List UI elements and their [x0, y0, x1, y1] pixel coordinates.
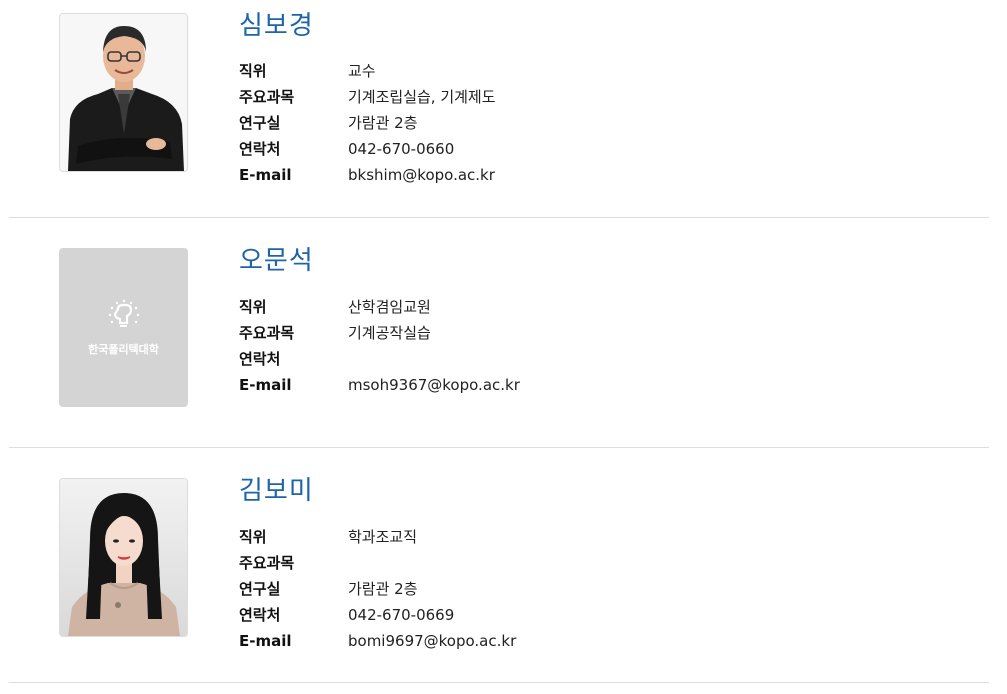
info-value: 기계공작실습: [348, 323, 431, 342]
faculty-card: 심보경 직위 교수 주요과목 기계조립실습, 기계제도 연구실 가람관 2층 연락처 0…: [0, 0, 1007, 218]
info-label: 연구실: [239, 113, 281, 132]
info-row-contact: 연락처 042-670-0660: [239, 136, 496, 162]
info-label: 연락처: [239, 606, 281, 625]
faculty-photo-placeholder: 한국폴리텍대학: [59, 248, 188, 407]
info-value[interactable]: bkshim@kopo.ac.kr: [348, 166, 495, 184]
info-label: E-mail: [239, 631, 292, 650]
info-label: E-mail: [239, 165, 292, 184]
info-row-office: 연구실 가람관 2층: [239, 109, 496, 135]
faculty-card: 한국폴리텍대학 오문석 직위 산학겸임교원 주요과목 기계공작실습 연락처 E-ma…: [0, 218, 1007, 448]
faculty-card: 김보미 직위 학과조교직 주요과목 연구실 가람관 2층 연락처 042-670-06…: [0, 448, 1007, 684]
info-value: 기계조립실습, 기계제도: [348, 87, 496, 106]
faculty-info-list: 직위 교수 주요과목 기계조립실습, 기계제도 연구실 가람관 2층 연락처 042-6…: [239, 57, 496, 188]
divider: [9, 682, 989, 683]
info-value: 042-670-0660: [348, 139, 455, 158]
info-label: 직위: [239, 527, 267, 546]
info-label: 연락처: [239, 140, 281, 159]
info-row-position: 직위 산학겸임교원: [239, 293, 520, 319]
info-row-position: 직위 교수: [239, 57, 496, 83]
faculty-info-list: 직위 산학겸임교원 주요과목 기계공작실습 연락처 E-mail msoh9367@k…: [239, 293, 520, 398]
info-label: 주요과목: [239, 323, 295, 342]
info-row-contact: 연락처: [239, 345, 520, 371]
info-value: 042-670-0669: [348, 605, 455, 624]
faculty-photo: [59, 13, 188, 172]
info-label: 직위: [239, 61, 267, 80]
info-row-office: 연구실 가람관 2층: [239, 575, 516, 601]
info-row-courses: 주요과목 기계공작실습: [239, 319, 520, 345]
info-value: 가람관 2층: [348, 579, 418, 598]
faculty-info-list: 직위 학과조교직 주요과목 연구실 가람관 2층 연락처 042-670-0669 E…: [239, 523, 516, 654]
info-value: 학과조교직: [348, 527, 418, 546]
info-row-contact: 연락처 042-670-0669: [239, 602, 516, 628]
info-label: E-mail: [239, 375, 292, 394]
info-label: 직위: [239, 297, 267, 316]
info-label: 연구실: [239, 579, 281, 598]
college-logo-text: 한국폴리텍대학: [88, 342, 159, 356]
info-value: 산학겸임교원: [348, 297, 431, 316]
info-value: 가람관 2층: [348, 113, 418, 132]
faculty-photo: [59, 478, 188, 637]
info-row-email: E-mail bkshim@kopo.ac.kr: [239, 162, 496, 188]
info-row-courses: 주요과목 기계조립실습, 기계제도: [239, 83, 496, 109]
faculty-name: 심보경: [239, 11, 314, 41]
info-row-position: 직위 학과조교직: [239, 523, 516, 549]
info-value[interactable]: bomi9697@kopo.ac.kr: [348, 632, 516, 650]
info-label: 주요과목: [239, 87, 295, 106]
info-row-courses: 주요과목: [239, 549, 516, 575]
info-value: 교수: [348, 61, 376, 80]
info-label: 연락처: [239, 349, 281, 368]
faculty-name: 김보미: [239, 476, 314, 506]
info-row-email: E-mail bomi9697@kopo.ac.kr: [239, 628, 516, 654]
info-row-email: E-mail msoh9367@kopo.ac.kr: [239, 372, 520, 398]
info-value[interactable]: msoh9367@kopo.ac.kr: [348, 376, 520, 394]
info-label: 주요과목: [239, 553, 295, 572]
faculty-name: 오문석: [239, 246, 314, 276]
